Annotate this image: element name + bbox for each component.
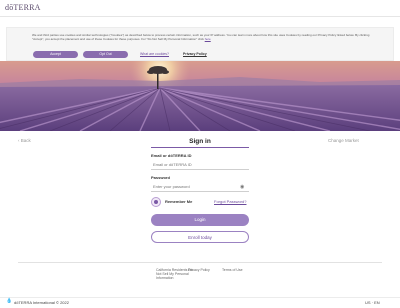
eye-icon[interactable]: ◉	[240, 184, 244, 190]
email-input[interactable]	[151, 159, 249, 170]
lavender-field-hero	[0, 61, 400, 131]
hero-image	[0, 61, 400, 131]
cookie-text: We and third parties use cookies and sim…	[32, 33, 382, 41]
footer-privacy-link[interactable]: Privacy Policy	[188, 268, 210, 272]
site-header: dōTERRA	[0, 0, 400, 17]
privacy-policy-link[interactable]: Privacy Policy	[183, 52, 207, 56]
change-market-link[interactable]: Change Market	[328, 138, 359, 143]
cookie-banner: We and third parties use cookies and sim…	[6, 27, 394, 61]
cookie-here-link[interactable]: here	[205, 37, 211, 41]
footer-divider	[18, 262, 382, 263]
login-button[interactable]: Login	[151, 214, 249, 226]
copyright-text: dōTERRA International © 2022	[14, 300, 69, 305]
forgot-password-link[interactable]: Forgot Password?	[214, 199, 246, 204]
locale-selector[interactable]: US · EN	[365, 300, 380, 305]
title-divider	[151, 147, 249, 148]
remember-me-label: Remember Me	[165, 199, 193, 204]
cookie-message: We and third parties use cookies and sim…	[32, 33, 370, 41]
password-input[interactable]	[151, 181, 249, 192]
back-link[interactable]: ‹ Back	[18, 138, 31, 143]
password-label: Password	[151, 175, 170, 180]
toggle-knob	[154, 200, 158, 204]
doterra-logo[interactable]: dōTERRA	[5, 3, 41, 12]
page-title: Sign in	[189, 138, 211, 145]
what-are-cookies-link[interactable]: What are cookies?	[140, 52, 169, 56]
terms-of-use-link[interactable]: Terms of Use	[222, 268, 243, 272]
email-label: Email or dōTERRA ID	[151, 153, 192, 158]
doterra-drop-icon: 💧	[6, 298, 13, 304]
remember-me-toggle[interactable]	[151, 197, 161, 207]
enroll-today-button[interactable]: Enroll today	[151, 231, 249, 243]
accept-cookies-button[interactable]: Accept	[33, 51, 78, 58]
opt-out-button[interactable]: Opt Out	[83, 51, 128, 58]
